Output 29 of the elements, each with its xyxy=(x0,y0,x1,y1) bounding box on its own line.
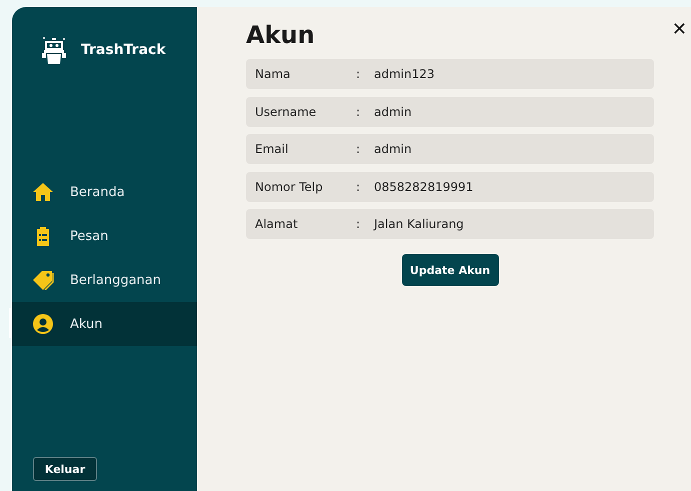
field-label: Nomor Telp xyxy=(255,180,324,194)
update-button[interactable]: Update Akun xyxy=(402,254,498,286)
field-value: Jalan Kaliurang xyxy=(374,217,464,231)
robot-logo-icon xyxy=(41,36,67,64)
clipboard-icon xyxy=(36,226,50,246)
page-title: Akun xyxy=(246,21,315,49)
nav-item[interactable]: Beranda xyxy=(12,170,197,214)
logout-button[interactable]: Keluar xyxy=(33,457,97,481)
field-value: admin123 xyxy=(374,67,435,81)
nav-item[interactable]: Akun xyxy=(12,302,197,346)
field-label: Email xyxy=(255,142,290,156)
brand-name: TrashTrack xyxy=(81,42,166,58)
colon: : xyxy=(356,217,362,231)
close-button[interactable]: ✕ xyxy=(672,19,687,40)
tags-icon xyxy=(32,270,54,290)
field-label: Alamat xyxy=(255,217,299,231)
user-icon xyxy=(33,314,53,334)
field-value: 0858282819991 xyxy=(374,180,474,194)
field-value: admin xyxy=(374,142,412,156)
colon: : xyxy=(356,142,362,156)
field-value: admin xyxy=(374,104,412,118)
home-icon xyxy=(33,183,53,201)
colon: : xyxy=(356,67,362,81)
nav-item[interactable]: Berlangganan xyxy=(12,258,197,302)
colon: : xyxy=(356,180,362,194)
field-label: Nama xyxy=(255,67,292,81)
nav-item[interactable]: Pesan xyxy=(12,214,197,258)
field-label: Username xyxy=(255,104,318,118)
colon: : xyxy=(356,104,362,118)
